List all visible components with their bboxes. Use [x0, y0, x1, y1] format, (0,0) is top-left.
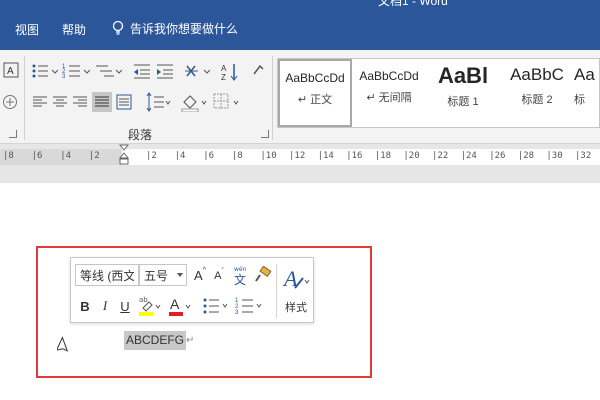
- ruler-tick: |2: [88, 151, 100, 161]
- lightbulb-icon: [112, 20, 124, 36]
- chinese-layout-icon[interactable]: [184, 62, 214, 80]
- style-sample: Aa: [574, 65, 595, 84]
- ruler-tick: |28: [517, 151, 535, 161]
- styles-gallery: AaBbCcDd ↵ 正文 AaBbCcDd ↵ 无间隔 AaBl 标题 1 A…: [277, 58, 600, 128]
- style-name: ↵ 无间隔: [366, 92, 412, 104]
- ruler-tick: |26: [489, 151, 506, 161]
- highlight-box: [36, 246, 372, 378]
- align-left-icon[interactable]: [32, 94, 48, 110]
- style-sample: AaBbC: [510, 65, 564, 84]
- ruler-tick: |32: [575, 151, 592, 161]
- ruler-area: |8 |6 |4 |2 |2 |4 |6 |8 |10 |12 |14 |16 |18 |20 |22 |24…: [0, 144, 600, 170]
- ruler-tick: |8: [3, 151, 14, 161]
- style-no-spacing[interactable]: AaBbCcDd ↵ 无间隔: [352, 59, 426, 127]
- sort-icon[interactable]: AZ: [220, 62, 240, 82]
- style-heading-1[interactable]: AaBl 标题 1: [426, 59, 500, 127]
- ruler-tick: |6: [31, 151, 43, 161]
- ruler-tick: |24: [460, 151, 477, 161]
- paragraph-dialog-launcher-icon[interactable]: [261, 130, 269, 138]
- menu-view[interactable]: 视图: [15, 21, 39, 38]
- svg-text:3: 3: [62, 74, 66, 80]
- style-sample: AaBl: [437, 63, 489, 88]
- bullets-icon[interactable]: [30, 62, 60, 80]
- ruler-tick: |30: [546, 151, 563, 161]
- justify-icon[interactable]: [92, 92, 112, 112]
- ruler-tick: |20: [403, 151, 420, 161]
- paragraph-group-label: 段落: [128, 128, 153, 142]
- ruler-tick: |16: [346, 151, 363, 161]
- tell-me-text: 告诉我你想要做什么: [130, 21, 239, 36]
- decrease-indent-icon[interactable]: [132, 62, 152, 80]
- indent-marker-icon[interactable]: [118, 144, 130, 170]
- distributed-icon[interactable]: [116, 94, 132, 110]
- ruler-tick: |12: [289, 151, 306, 161]
- borders-icon[interactable]: [212, 92, 242, 112]
- tell-me-box[interactable]: 告诉我你想要做什么: [112, 17, 238, 39]
- style-title[interactable]: Aa 标: [574, 59, 600, 127]
- style-name: 标题 1: [447, 96, 479, 108]
- show-marks-icon[interactable]: [250, 62, 266, 80]
- ruler-tick: |18: [374, 151, 392, 161]
- ruler-tick: |6: [203, 151, 215, 161]
- align-right-icon[interactable]: [72, 94, 88, 110]
- menu-bar: 视图 帮助 告诉我你想要做什么: [0, 8, 600, 50]
- ribbon: A 123 AZ 段落 AaBbCcDd ↵ 正文 AaBbCcDd ↵ 无间隔…: [0, 50, 600, 144]
- title-bar: 文档1 - Word: [0, 0, 600, 8]
- svg-text:Z: Z: [221, 73, 226, 82]
- ruler-tick: |4: [60, 151, 72, 161]
- style-heading-2[interactable]: AaBbC 标题 2: [500, 59, 574, 127]
- style-sample: AaBbCcDd: [285, 71, 345, 85]
- style-name: ↵ 正文: [297, 94, 333, 106]
- style-name: 标: [574, 94, 585, 106]
- style-normal[interactable]: AaBbCcDd ↵ 正文: [278, 59, 352, 127]
- multilevel-list-icon[interactable]: [94, 62, 124, 80]
- ruler-tick: |14: [317, 151, 334, 161]
- style-sample: AaBbCcDd: [359, 69, 419, 83]
- align-center-icon[interactable]: [52, 94, 68, 110]
- ruler-tick: |10: [260, 151, 277, 161]
- text-box-icon[interactable]: A: [3, 62, 19, 78]
- shading-icon[interactable]: [180, 92, 210, 112]
- numbering-icon[interactable]: 123: [62, 62, 92, 80]
- ruler-tick: |22: [432, 151, 449, 161]
- asian-typography-icon[interactable]: [2, 94, 18, 110]
- svg-text:A: A: [221, 64, 227, 73]
- ruler-tick: |8: [231, 151, 243, 161]
- group-separator: [272, 56, 273, 140]
- style-name: 标题 2: [521, 94, 553, 106]
- ruler-tick: |4: [174, 151, 186, 161]
- menu-help[interactable]: 帮助: [62, 21, 86, 38]
- font-dialog-launcher-icon[interactable]: [9, 130, 17, 138]
- ruler-tick: |2: [146, 151, 157, 161]
- svg-text:A: A: [7, 66, 14, 77]
- increase-indent-icon[interactable]: [155, 62, 175, 80]
- line-spacing-icon[interactable]: [144, 92, 172, 112]
- horizontal-ruler[interactable]: |8 |6 |4 |2 |2 |4 |6 |8 |10 |12 |14 |16 |18 |20 |22 |24…: [0, 149, 600, 165]
- group-separator: [24, 56, 25, 140]
